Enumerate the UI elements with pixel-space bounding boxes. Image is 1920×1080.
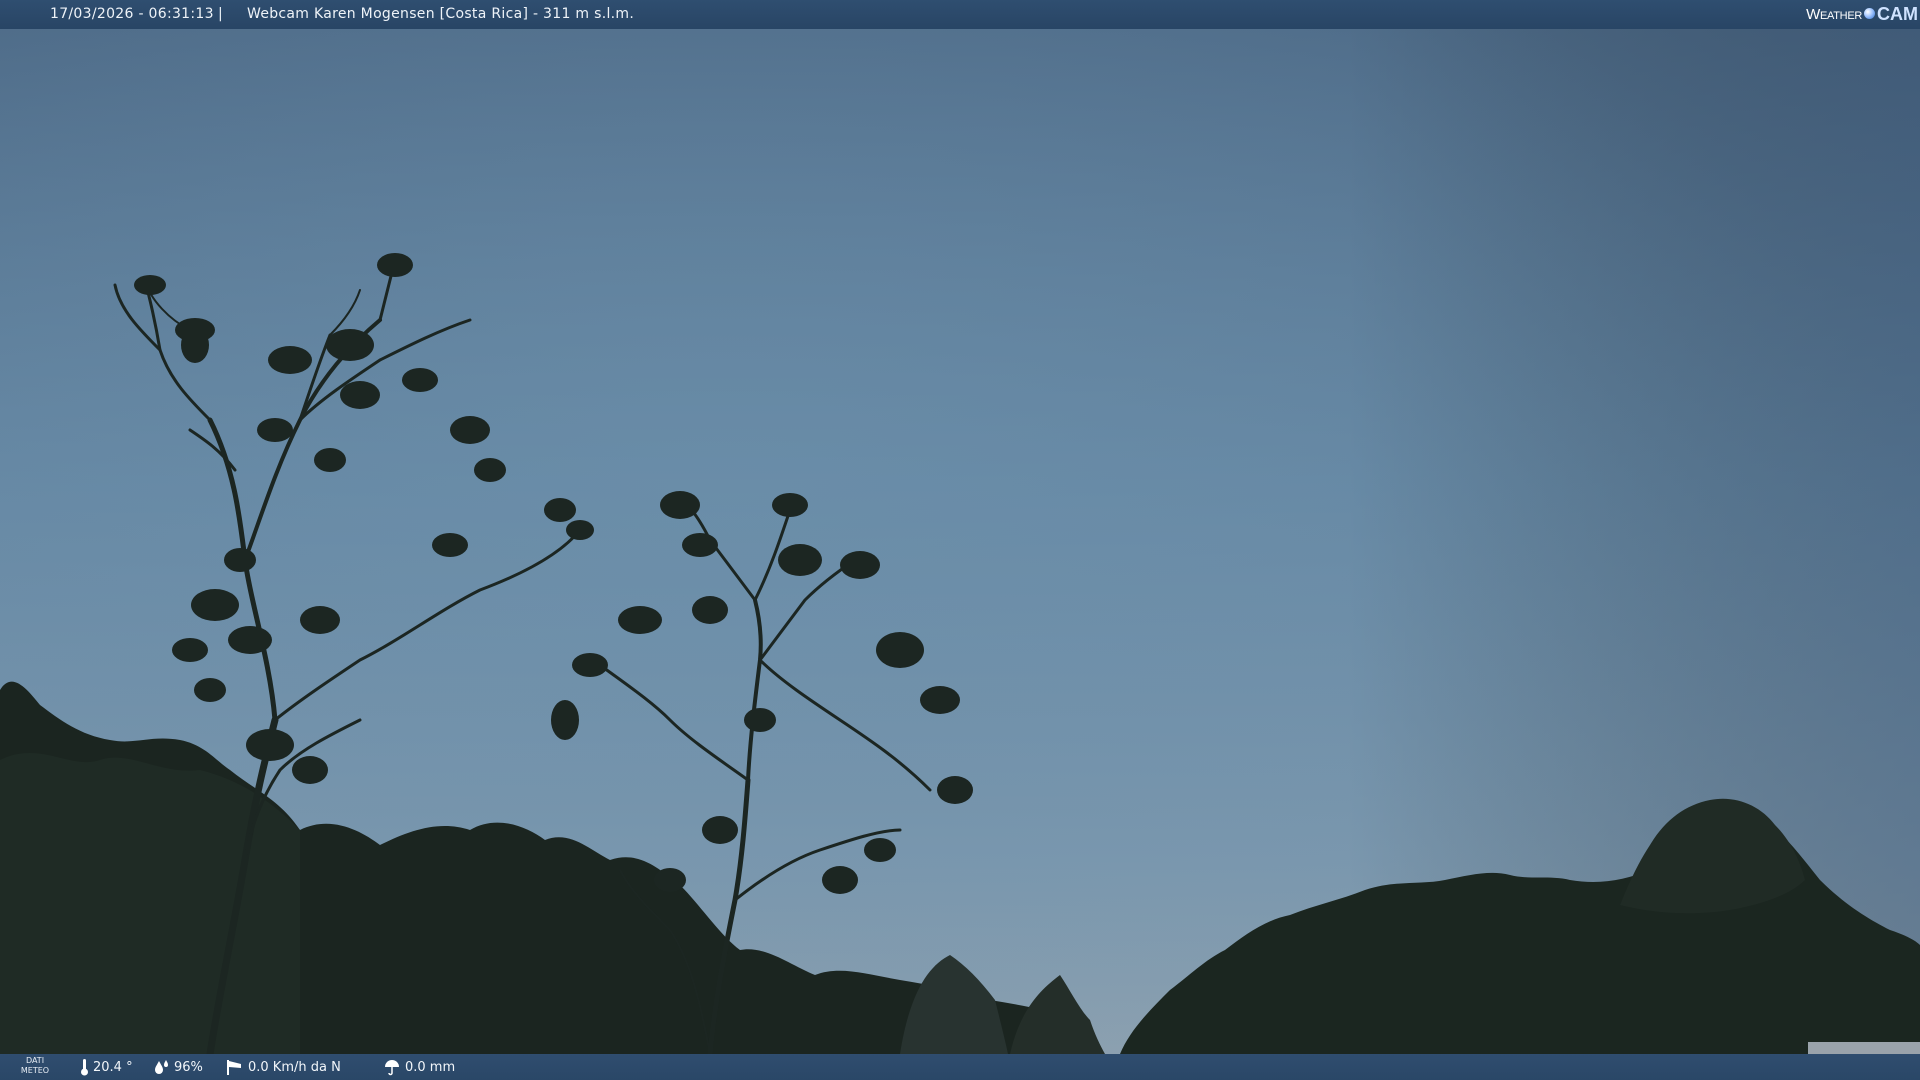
meteo-data-bar: DATI METEO 20.4 ° 96% 0.0 Km/h da N 0.0 … bbox=[0, 1042, 1920, 1080]
bar-tab bbox=[1808, 1042, 1920, 1054]
webcam-scene bbox=[0, 0, 1920, 1080]
temperature-readout: 20.4 ° bbox=[80, 1054, 133, 1080]
webcam-info-bar: 17/03/2026 - 06:31:13 | Webcam Karen Mog… bbox=[0, 0, 1920, 29]
logo-cam: CAM bbox=[1877, 4, 1918, 24]
logo-word: Weather bbox=[1806, 6, 1862, 23]
meteo-label: DATI METEO bbox=[18, 1056, 52, 1076]
rain-umbrella-icon bbox=[385, 1060, 399, 1076]
humidity-value: 96% bbox=[174, 1059, 203, 1075]
wind-sock-icon bbox=[227, 1060, 241, 1075]
temperature-value: 20.4 ° bbox=[93, 1059, 133, 1075]
wind-value: 0.0 Km/h da N bbox=[248, 1059, 341, 1075]
rain-value: 0.0 mm bbox=[405, 1059, 456, 1075]
humidity-readout: 96% bbox=[153, 1054, 203, 1080]
title-separator: | bbox=[218, 6, 223, 22]
thermometer-icon bbox=[81, 1059, 88, 1076]
capture-datetime: 17/03/2026 - 06:31:13 bbox=[50, 6, 214, 22]
meteo-label-line1: DATI bbox=[25, 1056, 45, 1065]
wind-readout: 0.0 Km/h da N bbox=[225, 1054, 341, 1080]
webcam-title: Webcam Karen Mogensen [Costa Rica] - 311… bbox=[247, 6, 635, 22]
meteo-label-line2: METEO bbox=[20, 1066, 50, 1075]
rain-readout: 0.0 mm bbox=[383, 1054, 455, 1080]
globe-icon bbox=[1864, 8, 1875, 19]
weathercam-logo: Weather CAM bbox=[1806, 0, 1918, 29]
humidity-drop-icon bbox=[155, 1060, 168, 1074]
